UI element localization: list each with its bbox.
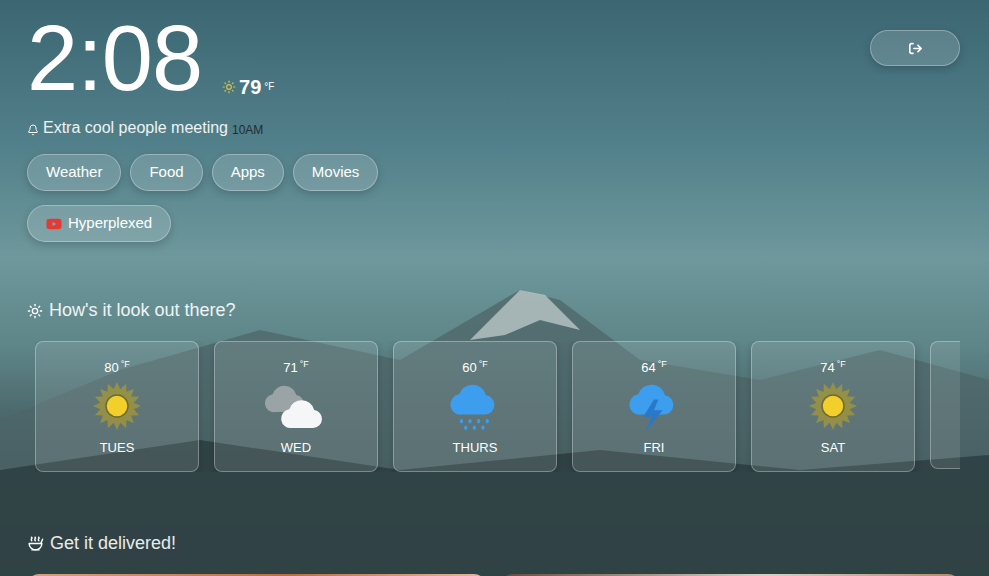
forecast-temp-value: 64 bbox=[641, 358, 655, 378]
clock-row: 2:08 79°F bbox=[27, 12, 274, 104]
link-row: Weather Food Apps Movies bbox=[27, 154, 960, 191]
forecast-title: How's it look out there? bbox=[49, 297, 236, 324]
forecast-card[interactable]: 80°F TUES bbox=[35, 341, 199, 472]
forecast-temp: 80°F bbox=[104, 358, 130, 378]
sun-icon bbox=[222, 80, 236, 94]
forecast-card-partial[interactable] bbox=[930, 341, 960, 469]
current-temp: 79 bbox=[239, 75, 261, 100]
forecast-icon-box bbox=[91, 378, 143, 434]
forecast-temp-value: 80 bbox=[104, 358, 118, 378]
reminder: Extra cool people meeting10AM bbox=[27, 116, 274, 140]
channel-row: Hyperplexed bbox=[27, 205, 960, 242]
current-unit: °F bbox=[264, 79, 274, 94]
link-pill[interactable]: Weather bbox=[27, 154, 121, 191]
forecast-temp-value: 74 bbox=[820, 358, 834, 378]
forecast-card[interactable]: 74°F SAT bbox=[751, 341, 915, 472]
forecast-temp-unit: °F bbox=[300, 358, 309, 372]
forecast-day: SAT bbox=[821, 438, 845, 458]
link-pill[interactable]: Movies bbox=[293, 154, 379, 191]
forecast-icon-box bbox=[264, 378, 328, 434]
channel-label: Hyperplexed bbox=[68, 212, 152, 235]
forecast-temp-unit: °F bbox=[121, 358, 130, 372]
forecast-temp: 60°F bbox=[462, 358, 488, 378]
forecast-temp: 64°F bbox=[641, 358, 667, 378]
forecast-temp-unit: °F bbox=[837, 358, 846, 372]
forecast-temp-value: 71 bbox=[283, 358, 297, 378]
food-photo[interactable] bbox=[501, 574, 960, 576]
top-row: 2:08 79°F Extra cool people meeting10AM bbox=[27, 12, 960, 140]
delivery-heading: Get it delivered! bbox=[27, 530, 960, 557]
forecast-temp: 74°F bbox=[820, 358, 846, 378]
delivery-row bbox=[27, 574, 960, 576]
channel-pill[interactable]: Hyperplexed bbox=[27, 205, 171, 242]
link-label: Apps bbox=[231, 161, 265, 184]
bowl-icon bbox=[27, 535, 44, 552]
youtube-icon bbox=[46, 216, 62, 232]
forecast-temp: 71°F bbox=[283, 358, 309, 378]
forecast-card[interactable]: 64°F FRI bbox=[572, 341, 736, 472]
forecast-card[interactable]: 71°F WED bbox=[214, 341, 378, 472]
food-photo[interactable] bbox=[27, 574, 486, 576]
forecast-day: THURS bbox=[453, 438, 498, 458]
reminder-title: Extra cool people meeting bbox=[43, 116, 228, 140]
new-tab-page: 2:0879°FExtra cool people meeting10AMWea… bbox=[0, 0, 989, 576]
link-label: Movies bbox=[312, 161, 360, 184]
link-label: Food bbox=[149, 161, 183, 184]
link-label: Weather bbox=[46, 161, 102, 184]
header: 2:08 79°F Extra cool people meeting10AM bbox=[27, 12, 274, 140]
forecast-icon-box bbox=[807, 378, 859, 434]
forecast-heading: How's it look out there? bbox=[27, 297, 960, 324]
forecast-icon-box bbox=[447, 378, 503, 434]
forecast-temp-value: 60 bbox=[462, 358, 476, 378]
delivery-title: Get it delivered! bbox=[50, 530, 176, 557]
rain-cloud-icon bbox=[447, 380, 503, 432]
forecast-row: 80°FTUES71°FWED60°FTHURS64°FFRI74°FSAT bbox=[35, 341, 960, 472]
sun-icon bbox=[807, 380, 859, 432]
current-weather: 79°F bbox=[222, 75, 274, 100]
logout-icon bbox=[909, 42, 922, 55]
cloud-icon bbox=[264, 380, 328, 432]
forecast-card[interactable]: 60°F THURS bbox=[393, 341, 557, 472]
bell-icon bbox=[27, 124, 39, 136]
clock: 2:08 bbox=[27, 12, 202, 104]
forecast-temp-unit: °F bbox=[479, 358, 488, 372]
forecast-day: TUES bbox=[100, 438, 135, 458]
link-pill[interactable]: Food bbox=[130, 154, 202, 191]
storm-cloud-icon bbox=[626, 380, 682, 432]
content: 2:0879°FExtra cool people meeting10AMWea… bbox=[0, 0, 989, 576]
forecast-temp-unit: °F bbox=[658, 358, 667, 372]
reminder-time: 10AM bbox=[232, 121, 263, 139]
link-pill[interactable]: Apps bbox=[212, 154, 284, 191]
logout-button[interactable] bbox=[870, 30, 960, 66]
forecast-icon-box bbox=[626, 378, 682, 434]
sun-icon bbox=[91, 380, 143, 432]
forecast-day: FRI bbox=[644, 438, 665, 458]
forecast-day: WED bbox=[281, 438, 311, 458]
gear-sun-icon bbox=[27, 303, 43, 319]
